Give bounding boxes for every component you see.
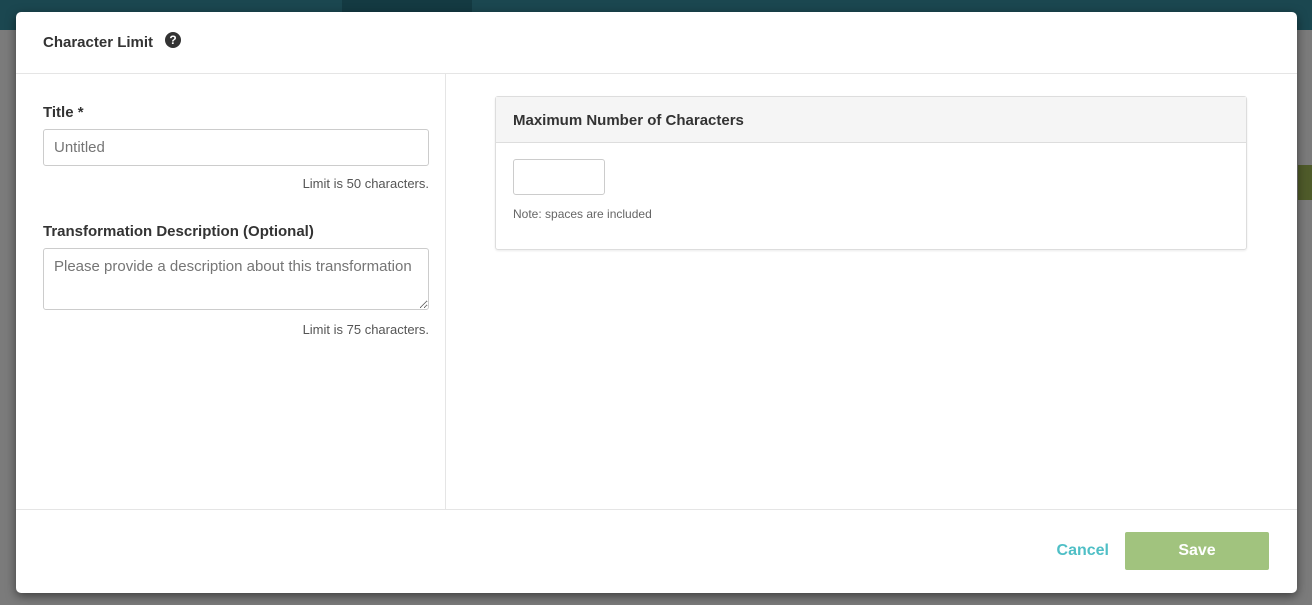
modal-title: Character Limit [43,34,154,51]
modal-body: Title * Limit is 50 characters. Transfor… [16,74,1297,510]
description-limit-hint: Limit is 75 characters. [302,322,429,337]
character-limit-modal: Character Limit ? Title * Limit is 50 ch… [16,12,1297,593]
spaces-note: Note: spaces are included [513,207,652,221]
save-button[interactable]: Save [1125,532,1269,570]
background-button [1298,165,1312,200]
cancel-button[interactable]: Cancel [1057,542,1109,560]
title-limit-hint: Limit is 50 characters. [302,176,429,191]
left-column: Title * Limit is 50 characters. Transfor… [16,74,446,509]
title-label: Title * [43,104,84,121]
modal-footer: Cancel Save [16,510,1297,592]
max-characters-input[interactable] [513,159,605,195]
panel-title: Maximum Number of Characters [496,97,1246,143]
description-label: Transformation Description (Optional) [43,223,314,240]
right-column: Maximum Number of Characters Note: space… [446,74,1297,509]
question-circle-icon[interactable]: ? [165,31,182,48]
modal-header: Character Limit ? [16,12,1297,74]
background-nav-active-tab [342,0,472,12]
description-textarea[interactable] [43,248,429,310]
title-input[interactable] [43,129,429,166]
max-characters-panel: Maximum Number of Characters Note: space… [495,96,1247,250]
